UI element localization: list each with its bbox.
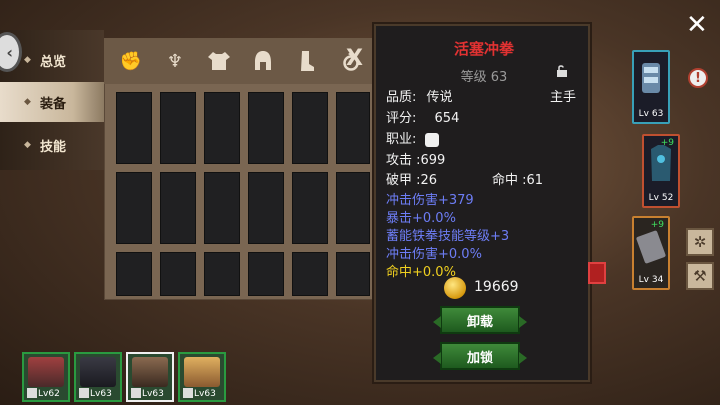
inventory-filter-bar: ✊ ♆ <box>104 38 376 84</box>
armor-icon <box>651 145 671 181</box>
filter-clear-button[interactable]: X <box>346 46 363 71</box>
tab-skills[interactable]: ◆ 技能 <box>0 125 104 165</box>
item-tooltip: 活塞冲拳 等级 63 品质: 传说 主手 评分: 654 职业: 攻击 :699… <box>374 24 590 382</box>
inventory-slot[interactable] <box>248 172 284 244</box>
inventory-slot[interactable] <box>336 92 370 164</box>
class-row: 职业: <box>386 128 439 147</box>
tab-label: 总览 <box>40 54 67 70</box>
member-level: Lv63 <box>142 389 164 399</box>
bonus-stat: 冲击伤害+379 <box>386 193 474 208</box>
bonus-stat: 暴击+0.0% <box>386 211 456 226</box>
tab-label: 技能 <box>40 139 67 155</box>
inventory-slot[interactable] <box>336 172 370 244</box>
class-label: 职业: <box>386 132 417 147</box>
tab-label: 装备 <box>40 96 67 112</box>
inventory-slot[interactable] <box>248 92 284 164</box>
avatar <box>184 357 220 387</box>
fist-class-icon <box>424 132 439 147</box>
unequip-button[interactable]: 卸载 <box>433 306 527 334</box>
equipped-slot-weapon[interactable]: Lv 63 <box>632 50 670 124</box>
avatar <box>28 357 64 387</box>
enhance-label: +9 <box>650 220 664 230</box>
fist-class-icon <box>131 388 141 398</box>
score-label: 评分: <box>386 111 417 126</box>
inventory-slot[interactable] <box>292 92 328 164</box>
axe-icon[interactable]: ⚒ <box>686 262 714 290</box>
armor-pen-stat: 破甲 :26 <box>386 173 438 188</box>
compass-icon[interactable]: ✲ <box>686 228 714 256</box>
cloak-icon[interactable]: ♆ <box>156 46 194 76</box>
inventory-slot[interactable] <box>204 92 240 164</box>
gauntlet-icon <box>642 63 660 93</box>
alert-icon[interactable]: ! <box>688 68 708 88</box>
class-icon <box>183 388 193 398</box>
inventory-slot[interactable] <box>116 92 152 164</box>
inventory-slot[interactable] <box>248 252 284 296</box>
tab-overview[interactable]: ◆ 总览 <box>0 40 104 80</box>
shirt-icon[interactable] <box>200 46 238 76</box>
avatar <box>132 357 168 387</box>
quality-label: 品质: <box>386 90 417 105</box>
inventory-slot[interactable] <box>292 172 328 244</box>
score-value: 654 <box>434 111 460 126</box>
diamond-icon: ◆ <box>24 55 31 65</box>
lock-button[interactable]: 加锁 <box>433 342 527 370</box>
item-level-label: Lv 52 <box>648 193 674 203</box>
score-row: 评分: 654 <box>386 107 459 126</box>
enhance-label: +9 <box>660 138 674 148</box>
gold-coin-icon <box>444 277 466 299</box>
slot-value: 主手 <box>550 90 577 105</box>
equipped-slot-belt[interactable]: +9 Lv 34 <box>632 216 670 290</box>
tab-equipment[interactable]: ◆ 装备 <box>0 82 104 122</box>
item-level-label: Lv 34 <box>638 275 664 285</box>
equipped-slot-armor[interactable]: +9 Lv 52 <box>642 134 680 208</box>
inventory-slot[interactable] <box>336 252 370 296</box>
inventory-slot[interactable] <box>292 252 328 296</box>
close-icon[interactable]: ✕ <box>686 10 708 40</box>
bonus-stat: 蓄能铁拳技能等级+3 <box>386 229 510 244</box>
quality-value: 传说 <box>426 90 453 105</box>
boot-icon[interactable] <box>288 46 326 76</box>
inventory-slot[interactable] <box>116 252 152 296</box>
belt-icon <box>636 230 666 264</box>
item-level-label: Lv 63 <box>638 109 664 119</box>
diamond-icon: ◆ <box>24 97 31 107</box>
attack-stat: 攻击 :699 <box>386 153 446 168</box>
class-icon <box>27 388 37 398</box>
bonus-stat: 冲击伤害+0.0% <box>386 247 482 262</box>
party-member[interactable]: Lv62 <box>22 352 70 402</box>
member-level: Lv62 <box>38 389 60 399</box>
item-price: 19669 <box>474 279 519 295</box>
hit-stat: 命中 :61 <box>492 173 544 188</box>
party-member[interactable]: Lv63 <box>74 352 122 402</box>
party-member-selected[interactable]: Lv63 <box>126 352 174 402</box>
item-name: 活塞冲拳 <box>453 40 514 58</box>
fist-icon[interactable]: ✊ <box>112 46 150 76</box>
diamond-icon: ◆ <box>24 140 31 150</box>
red-tag-icon <box>588 262 606 284</box>
bonus-stat-yellow: 命中+0.0% <box>386 265 456 280</box>
unlock-icon[interactable] <box>556 64 568 78</box>
party-member[interactable]: Lv63 <box>178 352 226 402</box>
avatar <box>80 357 116 387</box>
inventory-slot[interactable] <box>160 252 196 296</box>
inventory-slot[interactable] <box>160 92 196 164</box>
member-level: Lv63 <box>194 389 216 399</box>
helmet-icon[interactable] <box>244 46 282 76</box>
inventory-slot[interactable] <box>204 252 240 296</box>
inventory-slot[interactable] <box>204 172 240 244</box>
quality-row: 品质: 传说 <box>386 86 453 105</box>
inventory-slot[interactable] <box>116 172 152 244</box>
member-level: Lv63 <box>90 389 112 399</box>
class-icon <box>79 388 89 398</box>
inventory-slot[interactable] <box>160 172 196 244</box>
